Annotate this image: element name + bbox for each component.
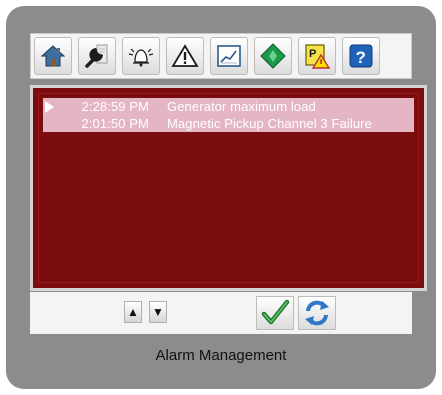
parameter-alarm-button[interactable]: P [298, 37, 336, 75]
alarm-time: 2:28:59 PM [81, 99, 149, 114]
alarm-row[interactable]: 2:01:50 PM Magnetic Pickup Channel 3 Fai… [43, 115, 414, 132]
reset-arrows-icon [305, 300, 329, 326]
row-marker-spacer [43, 115, 57, 132]
house-icon [40, 45, 66, 67]
alarm-bell-icon [128, 48, 154, 67]
green-diamond-icon [260, 43, 286, 69]
warning-triangle-icon [171, 44, 199, 67]
alarm-message: Generator maximum load [167, 99, 316, 114]
alarm-row[interactable]: 2:28:59 PM Generator maximum load [43, 98, 414, 115]
alarm-panel-inner: 2:28:59 PM Generator maximum load 2:01:5… [38, 93, 419, 283]
help-glyph: ? [356, 48, 366, 67]
home-button[interactable] [34, 37, 72, 75]
reset-button[interactable] [298, 296, 336, 330]
help-button[interactable]: ? [342, 37, 380, 75]
checkmark-icon [261, 299, 290, 325]
alarm-panel: 2:28:59 PM Generator maximum load 2:01:5… [30, 85, 427, 291]
control-bar: ▲ ▼ [30, 292, 412, 334]
settings-button[interactable] [78, 37, 116, 75]
scroll-up-button[interactable]: ▲ [124, 301, 142, 323]
trend-chart-icon [217, 45, 241, 67]
warnings-button[interactable] [166, 37, 204, 75]
scroll-down-button[interactable]: ▼ [149, 301, 167, 323]
parameter-alarm-icon: P [305, 44, 331, 69]
acknowledge-button[interactable] [256, 296, 294, 330]
alarm-message: Magnetic Pickup Channel 3 Failure [167, 116, 372, 131]
alarm-time: 2:01:50 PM [81, 116, 149, 131]
wrench-icon [85, 44, 108, 68]
page-caption: Alarm Management [155, 347, 287, 364]
help-icon: ? [349, 44, 373, 68]
toolbar: P ? [30, 33, 412, 79]
status-button[interactable] [254, 37, 292, 75]
alarm-list: 2:28:59 PM Generator maximum load 2:01:5… [43, 98, 414, 132]
alarms-button[interactable] [122, 37, 160, 75]
param-letter: P [309, 48, 316, 60]
selected-row-marker-icon [43, 98, 57, 115]
trends-button[interactable] [210, 37, 248, 75]
